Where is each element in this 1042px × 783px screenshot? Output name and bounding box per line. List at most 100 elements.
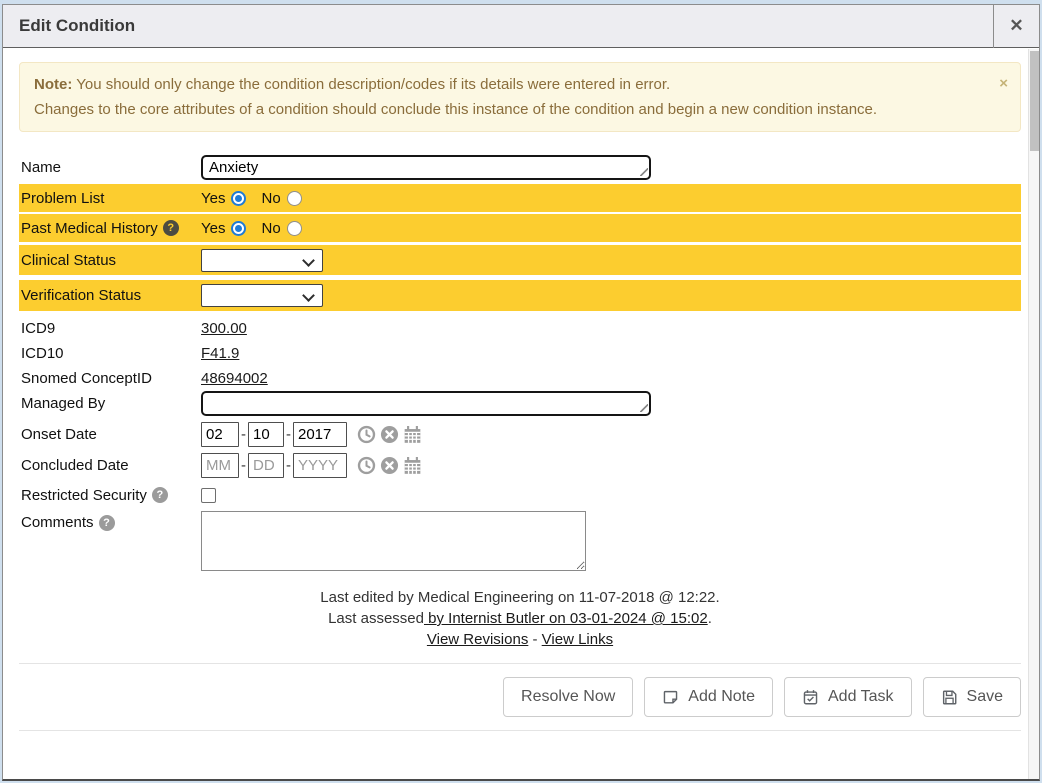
problem-list-yes-radio[interactable] [231,191,246,206]
view-links-line: View Revisions - View Links [19,629,1021,650]
add-task-button[interactable]: Add Task [784,677,912,717]
dialog-header: Edit Condition ✕ [3,5,1039,48]
last-assessed-link[interactable]: by Internist Butler on 03-01-2024 @ 15:0… [424,610,708,627]
verification-status-select-wrap [201,284,323,307]
audit-info: Last edited by Medical Engineering on 11… [19,587,1021,650]
concluded-date-label: Concluded Date [21,457,129,474]
onset-calendar-icon[interactable] [403,425,422,444]
onset-now-clock-icon[interactable] [357,425,376,444]
save-label: Save [967,688,1003,706]
concluded-now-clock-icon[interactable] [357,456,376,475]
calendar-task-icon [802,689,819,706]
footer-divider [19,730,1021,731]
pmh-yes-label: Yes [201,220,225,237]
action-button-bar: Resolve Now Add Note Add Task Save [19,663,1021,730]
snomed-code-link[interactable]: 48694002 [201,370,268,387]
concluded-clear-icon[interactable] [380,456,399,475]
close-button[interactable]: ✕ [993,5,1039,48]
restricted-security-label: Restricted Security [21,487,147,504]
concluded-calendar-icon[interactable] [403,456,422,475]
onset-date-row: Onset Date - - [19,420,1021,449]
warning-note: Note: You should only change the conditi… [19,62,1021,132]
pmh-yes-radio[interactable] [231,221,246,236]
problem-list-no-radio[interactable] [287,191,302,206]
icd10-label: ICD10 [21,345,64,362]
past-medical-history-row: Past Medical History ? Yes No [19,214,1021,242]
onset-date-label: Onset Date [21,426,97,443]
note-prefix: Note: [34,76,72,93]
clinical-status-row: Clinical Status [19,245,1021,275]
resolve-now-label: Resolve Now [521,688,615,706]
problem-list-yes-label: Yes [201,190,225,207]
add-task-label: Add Task [828,688,894,706]
onset-year-input[interactable] [293,422,347,447]
date-separator: - [286,426,291,443]
scrollbar-thumb[interactable] [1030,51,1039,151]
clinical-status-select-wrap [201,249,323,272]
concluded-day-input[interactable] [248,453,284,478]
restricted-security-row: Restricted Security ? [19,483,1021,507]
name-row: Name [19,152,1021,182]
verification-status-select[interactable] [202,285,322,306]
note-icon [662,689,679,706]
comments-help-icon[interactable]: ? [99,515,115,531]
concluded-year-input[interactable] [293,453,347,478]
onset-month-input[interactable] [201,422,239,447]
close-icon: ✕ [1009,16,1023,36]
dialog-title: Edit Condition [3,16,135,36]
last-assessed-period: . [708,610,712,627]
restricted-security-checkbox[interactable] [201,488,216,503]
save-floppy-icon [941,689,958,706]
problem-list-row: Problem List Yes No [19,184,1021,212]
icd9-label: ICD9 [21,320,55,337]
dialog-scrollbar[interactable] [1028,49,1039,779]
verification-status-label: Verification Status [21,287,141,304]
concluded-month-input[interactable] [201,453,239,478]
last-assessed-text: Last assessed by Internist Butler on 03-… [19,608,1021,629]
concluded-date-row: Concluded Date - - [19,451,1021,480]
note-dismiss-icon[interactable]: × [999,71,1008,96]
save-button[interactable]: Save [923,677,1021,717]
last-assessed-prefix: Last assessed [328,610,424,627]
date-separator: - [286,457,291,474]
onset-clear-icon[interactable] [380,425,399,444]
managed-by-label: Managed By [21,395,105,412]
note-line1: Note: You should only change the conditi… [34,72,990,97]
icd10-code-link[interactable]: F41.9 [201,345,239,362]
resolve-now-button[interactable]: Resolve Now [503,677,633,717]
pmh-no-label: No [261,220,280,237]
view-revisions-link[interactable]: View Revisions [427,631,528,648]
name-label: Name [21,159,61,176]
snomed-row: Snomed ConceptID 48694002 [19,366,1021,390]
date-separator: - [241,457,246,474]
managed-by-input-wrap [201,391,651,416]
problem-list-label: Problem List [21,190,104,207]
managed-by-row: Managed By [19,390,1021,417]
comments-row: Comments ? [19,511,1021,577]
clinical-status-label: Clinical Status [21,252,116,269]
restricted-security-help-icon[interactable]: ? [152,487,168,503]
note-line1-text: You should only change the condition des… [72,76,670,93]
links-separator: - [533,631,538,648]
name-input-wrap [201,155,651,180]
managed-by-input[interactable] [201,391,651,416]
verification-status-row: Verification Status [19,280,1021,311]
edit-condition-dialog: Edit Condition ✕ Note: You should only c… [2,4,1040,781]
pmh-no-radio[interactable] [287,221,302,236]
date-separator: - [241,426,246,443]
clinical-status-select[interactable] [202,250,322,271]
past-medical-history-help-icon[interactable]: ? [163,220,179,236]
problem-list-no-label: No [261,190,280,207]
icd10-row: ICD10 F41.9 [19,341,1021,366]
snomed-label: Snomed ConceptID [21,370,152,387]
add-note-button[interactable]: Add Note [644,677,773,717]
view-links-link[interactable]: View Links [542,631,613,648]
note-line2: Changes to the core attributes of a cond… [34,97,990,122]
comments-textarea[interactable] [201,511,586,571]
name-input[interactable] [201,155,651,180]
add-note-label: Add Note [688,688,755,706]
dialog-body: Note: You should only change the conditi… [3,48,1039,731]
onset-day-input[interactable] [248,422,284,447]
past-medical-history-label: Past Medical History [21,220,158,237]
icd9-code-link[interactable]: 300.00 [201,320,247,337]
